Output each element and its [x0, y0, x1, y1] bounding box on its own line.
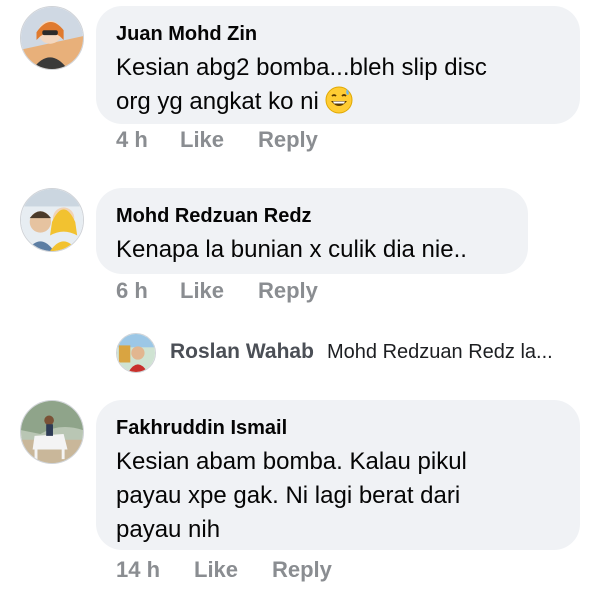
like-button[interactable]: Like — [194, 557, 238, 583]
like-button[interactable]: Like — [180, 127, 224, 153]
comment-bubble: Mohd Redzuan Redz Kenapa la bunian x cul… — [96, 188, 528, 274]
comment-text: Kesian abg2 bomba...bleh slip disc org y… — [116, 51, 560, 119]
comment-text-line: org yg angkat ko ni — [116, 85, 560, 119]
avatar[interactable] — [20, 6, 84, 70]
comment-author[interactable]: Fakhruddin Ismail — [116, 415, 560, 441]
avatar[interactable] — [20, 188, 84, 252]
comment-text-line: Kesian abam bomba. Kalau pikul — [116, 448, 467, 475]
reply-button[interactable]: Reply — [258, 278, 318, 304]
grinning-sweat-emoji-icon — [325, 86, 353, 114]
like-button[interactable]: Like — [180, 278, 224, 304]
comment-author[interactable]: Mohd Redzuan Redz — [116, 203, 508, 229]
reply-button[interactable]: Reply — [272, 557, 332, 583]
avatar[interactable] — [20, 400, 84, 464]
comment-text-line: payau xpe gak. Ni lagi berat dari — [116, 482, 461, 509]
comment-bubble: Fakhruddin Ismail Kesian abam bomba. Kal… — [96, 400, 580, 550]
reply-snippet[interactable]: Mohd Redzuan Redz la... — [327, 341, 553, 364]
comment-author[interactable]: Juan Mohd Zin — [116, 21, 560, 47]
comment-text: Kenapa la bunian x culik dia nie.. — [116, 236, 467, 263]
comment-text-segment: org yg angkat ko ni — [116, 88, 319, 115]
avatar[interactable] — [116, 333, 156, 373]
reply-author[interactable]: Roslan Wahab — [170, 340, 314, 364]
comment-bubble: Juan Mohd Zin Kesian abg2 bomba...bleh s… — [96, 6, 580, 124]
timestamp: 4 h — [116, 127, 148, 152]
reply-preview[interactable]: Roslan Wahab Mohd Redzuan Redz la... — [116, 331, 586, 375]
timestamp: 14 h — [116, 557, 161, 582]
comment-text-line: Kesian abg2 bomba...bleh slip disc — [116, 54, 487, 81]
comment-text: Kesian abam bomba. Kalau pikul payau xpe… — [116, 445, 560, 547]
reply-button[interactable]: Reply — [258, 127, 318, 153]
timestamp: 6 h — [116, 278, 148, 303]
comment-text-line: payau nih — [116, 516, 221, 543]
